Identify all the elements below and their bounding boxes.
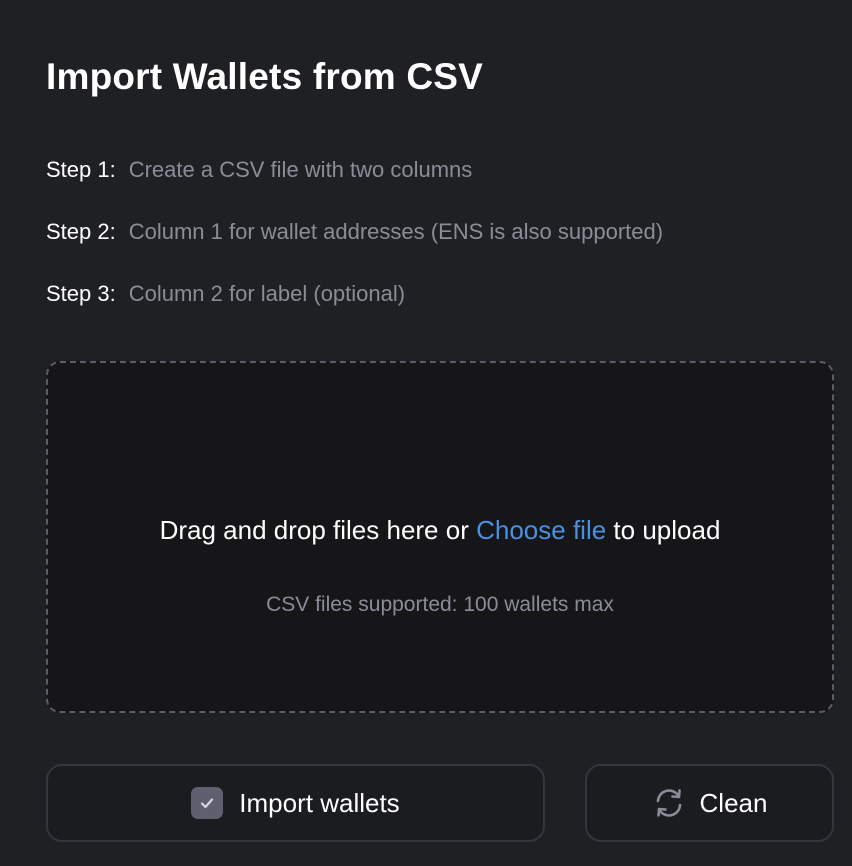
file-dropzone[interactable]: Drag and drop files here or Choose file … [46, 361, 834, 713]
step-label: Step 3: [46, 281, 116, 306]
dropzone-subtitle: CSV files supported: 100 wallets max [266, 593, 614, 616]
clean-label: Clean [699, 787, 768, 818]
step-3: Step 3: Column 2 for label (optional) [46, 281, 405, 307]
import-wallets-label: Import wallets [239, 787, 400, 818]
refresh-icon [652, 786, 686, 820]
step-label: Step 2: [46, 219, 116, 244]
clean-button[interactable]: Clean [585, 764, 834, 842]
checkbox-checked-icon [191, 787, 224, 819]
step-label: Step 1: [46, 157, 116, 182]
dropzone-suffix: to upload [613, 515, 721, 545]
dropzone-instructions: Drag and drop files here or Choose file … [48, 515, 832, 546]
step-text: Create a CSV file with two columns [128, 157, 473, 182]
page-title: Import Wallets from CSV [46, 56, 484, 97]
dropzone-prefix: Drag and drop files here or [159, 515, 469, 545]
import-wallets-button[interactable]: Import wallets [46, 764, 545, 842]
import-wallets-panel: Import Wallets from CSV Step 1: Create a… [0, 0, 852, 866]
step-1: Step 1: Create a CSV file with two colum… [46, 157, 472, 183]
step-text: Column 2 for label (optional) [128, 281, 406, 306]
step-2: Step 2: Column 1 for wallet addresses (E… [46, 219, 663, 245]
choose-file-link[interactable]: Choose file [476, 515, 606, 545]
step-text: Column 1 for wallet addresses (ENS is al… [128, 219, 664, 244]
